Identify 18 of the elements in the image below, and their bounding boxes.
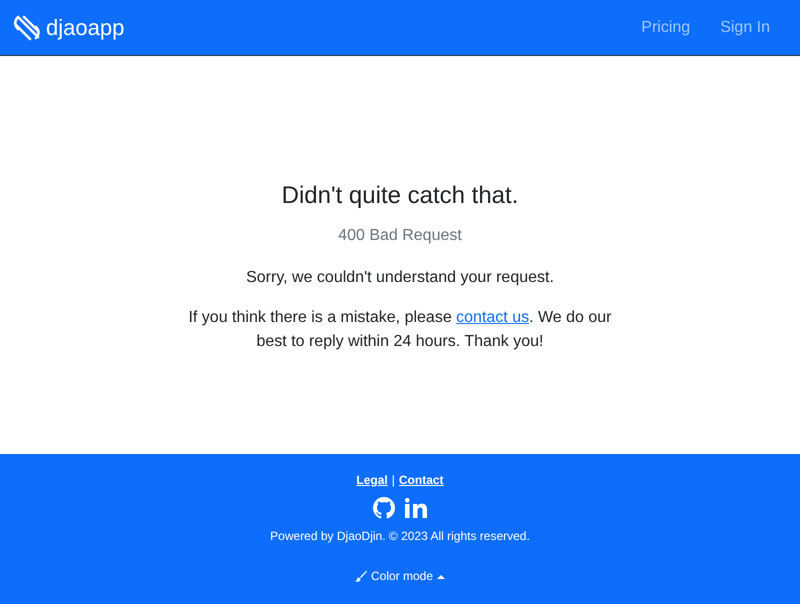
error-status: 400 Bad Request xyxy=(338,226,462,246)
color-mode-button[interactable]: Color mode xyxy=(354,567,446,585)
footer-link[interactable]: Contact xyxy=(398,471,444,489)
copyright-text: Powered by DjaoDjin. © 2023 All rights reserved. xyxy=(270,528,530,545)
github-icon[interactable] xyxy=(373,497,395,519)
linkedin-icon[interactable] xyxy=(405,498,427,518)
nav-link[interactable]: Sign In xyxy=(720,16,770,40)
help-paragraph: If you think there is a mistake, please contact us. We do our best to reply within 24 hours. Thank you! xyxy=(187,308,613,352)
brand-link[interactable]: djaoapp xyxy=(12,11,124,44)
separator: | xyxy=(392,472,395,489)
contact-link[interactable]: contact us xyxy=(456,309,530,326)
error-message: Sorry, we couldn't understand your request. xyxy=(246,268,554,288)
logo-icon xyxy=(12,12,42,42)
footer-link[interactable]: Legal xyxy=(356,471,388,489)
error-title: Didn't quite catch that. xyxy=(282,181,518,211)
caret-icon xyxy=(437,574,446,578)
brush-icon xyxy=(354,570,367,582)
nav-link[interactable]: Pricing xyxy=(641,16,690,40)
